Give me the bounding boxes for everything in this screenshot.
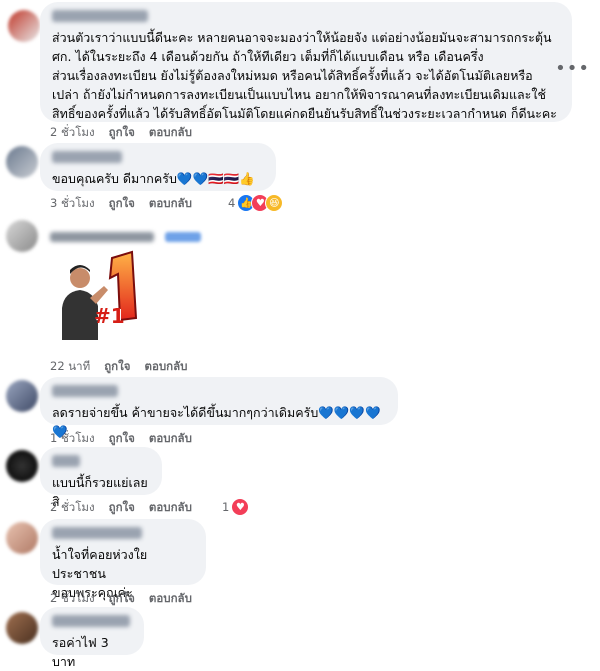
comment-text: รอค่าไฟ 3 บาท [52,635,109,669]
comment-meta: 1 ชั่วโมง ถูกใจ ตอบกลับ [50,430,192,448]
avatar[interactable] [6,380,38,412]
love-reaction-icon: ♥ [231,498,250,516]
more-options-icon[interactable]: ••• [555,58,590,79]
reply-button[interactable]: ตอบกลับ [149,195,192,213]
reaction-summary[interactable]: 1 ♥ [222,498,250,516]
sticker-label: #1 [94,304,125,328]
avatar[interactable] [6,146,38,178]
comment-bubble: น้ำใจที่คอยห่วงใยประชาชน ขอบพระคุณค่ะ [40,519,206,600]
timestamp[interactable]: 2 ชั่วโมง [50,499,95,517]
comment-meta: 2 ชั่วโมง ถูกใจ ตอบกลับ [50,124,192,142]
comment-text: ส่วนตัวเราว่าแบบนี้ดีนะคะ หลายคนอาจจะมอง… [52,30,557,121]
reaction-count: 1 [222,500,230,514]
reply-button[interactable]: ตอบกลับ [149,499,192,517]
timestamp[interactable]: 2 ชั่วโมง [50,590,95,608]
commenter-name[interactable] [52,615,130,627]
like-button[interactable]: ถูกใจ [109,430,135,448]
avatar[interactable] [6,612,38,644]
avatar[interactable] [6,450,38,482]
comment-bubble: ส่วนตัวเราว่าแบบนี้ดีนะคะ หลายคนอาจจะมอง… [40,2,572,122]
like-button[interactable]: ถูกใจ [109,499,135,517]
commenter-name[interactable] [52,455,80,467]
like-button[interactable]: ถูกใจ [109,124,135,142]
comment-bubble: ขอบคุณครับ ดีมากครับ💙💙🇹🇭🇹🇭👍 [40,143,276,191]
timestamp[interactable]: 1 ชั่วโมง [50,430,95,448]
reaction-summary[interactable]: 4 👍 ♥ 😆 [228,194,284,212]
sticker-image[interactable]: #1 [54,248,150,344]
reply-button[interactable]: ตอบกลับ [149,430,192,448]
reply-button[interactable]: ตอบกลับ [149,590,192,608]
commenter-name[interactable] [52,151,122,163]
commenter-name[interactable] [50,226,202,245]
timestamp[interactable]: 2 ชั่วโมง [50,124,95,142]
like-button[interactable]: ถูกใจ [109,195,135,213]
reply-button[interactable]: ตอบกลับ [149,124,192,142]
comment-bubble: รอค่าไฟ 3 บาท [40,607,144,669]
commenter-name[interactable] [52,10,148,22]
timestamp[interactable]: 3 ชั่วโมง [50,195,95,213]
avatar[interactable] [6,522,38,554]
comment-meta: 2 ชั่วโมง ถูกใจ ตอบกลับ [50,499,192,517]
reaction-count: 4 [228,196,236,210]
comment-bubble: แบบนี้ก็รวยแย่เลยสิ [40,447,162,509]
comment-bubble: ลดรายจ่ายขึ้น ค้าขายจะได้ดีขึ้นมากๆกว่าเ… [40,377,398,439]
avatar[interactable] [6,220,38,252]
comment-text: ขอบคุณครับ ดีมากครับ💙💙🇹🇭🇹🇭👍 [52,171,255,186]
timestamp[interactable]: 22 นาที [50,358,90,376]
haha-reaction-icon: 😆 [265,194,284,212]
avatar[interactable] [8,10,40,42]
commenter-name[interactable] [52,385,118,397]
like-button[interactable]: ถูกใจ [109,590,135,608]
comment-meta: 22 นาที ถูกใจ ตอบกลับ [50,358,187,376]
commenter-name[interactable] [52,527,142,539]
reply-button[interactable]: ตอบกลับ [144,358,187,376]
comment-meta: 3 ชั่วโมง ถูกใจ ตอบกลับ [50,195,192,213]
comment-meta: 2 ชั่วโมง ถูกใจ ตอบกลับ [50,590,192,608]
like-button[interactable]: ถูกใจ [104,358,130,376]
